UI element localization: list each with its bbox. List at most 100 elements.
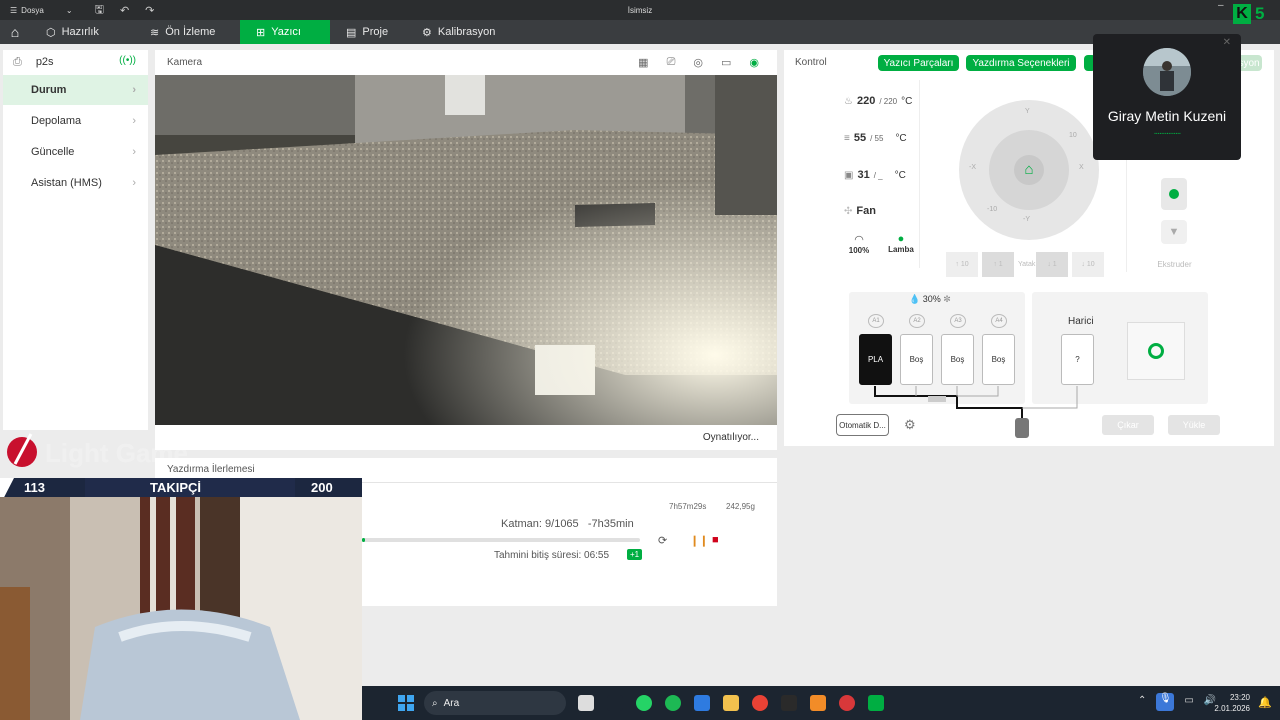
ams-slot-a2[interactable]: Boş <box>900 334 933 385</box>
tab-calibration[interactable]: ⚙ Kalibrasyon <box>406 20 511 44</box>
camera-feed[interactable] <box>155 75 777 425</box>
chevron-right-icon: › <box>132 146 136 158</box>
arrow-down-icon: ↓ <box>1047 261 1051 268</box>
ams-slot-a1[interactable]: PLA <box>859 334 892 385</box>
fan-control[interactable]: ✣ Fan <box>844 205 876 217</box>
file-menu[interactable]: ☰ Dosya ⌄ <box>0 6 73 15</box>
stop-button[interactable]: ■ <box>712 534 719 546</box>
video-icon[interactable]: ▭ <box>721 56 731 69</box>
bed-up-10-button[interactable]: ↑ 10 <box>946 252 978 277</box>
close-icon[interactable]: ✕ <box>1223 37 1231 48</box>
tab-label: Proje <box>362 26 389 38</box>
home-icon[interactable]: ⌂ <box>0 20 30 44</box>
chevron-down-icon: ⌄ <box>65 5 73 15</box>
sidebar-item-hms[interactable]: Asistan (HMS) › <box>3 168 148 198</box>
settings-icon[interactable]: ⚙ <box>904 417 916 433</box>
chevron-up-icon[interactable]: ⌃ <box>1138 695 1146 711</box>
save-icon[interactable]: 🖫 <box>95 1 104 20</box>
spotify-icon[interactable] <box>665 695 681 711</box>
unload-button[interactable]: Çıkar <box>1102 415 1154 435</box>
timelapse-icon[interactable]: ▦ <box>638 56 648 69</box>
camera-settings-icon[interactable]: ◉ <box>749 56 759 69</box>
ams-slot-a4[interactable]: Boş <box>982 334 1015 385</box>
bed-temp[interactable]: ≡ 55/ 55 °C <box>844 132 907 144</box>
slot-label: A1 <box>868 314 884 328</box>
minimize-button[interactable]: – <box>1218 0 1224 11</box>
extruder-down-button[interactable]: ▼ <box>1161 220 1187 244</box>
sidebar-item-label: Güncelle <box>31 146 75 158</box>
device-name: p2s <box>35 56 54 68</box>
avatar <box>1143 48 1191 96</box>
file-explorer-icon[interactable] <box>723 695 739 711</box>
microphone-icon[interactable]: 🎙 <box>1156 693 1175 711</box>
tab-preview[interactable]: ≋ Ön İzleme <box>134 20 240 44</box>
bed-down-1-button[interactable]: ↓ 1 <box>1036 252 1068 277</box>
webcam-icon[interactable]: ◎ <box>693 56 703 69</box>
pause-button[interactable]: ❙❙ <box>690 534 708 547</box>
task-view-icon[interactable] <box>578 695 594 711</box>
tab-prepare[interactable]: ⬡ Hazırlık <box>30 20 134 44</box>
app-red-icon[interactable] <box>839 695 855 711</box>
redo-icon[interactable]: ↷ <box>145 4 154 17</box>
chevron-right-icon: › <box>132 115 136 127</box>
external-slot[interactable]: ? <box>1061 334 1094 385</box>
mail-icon[interactable] <box>694 695 710 711</box>
spool-icon <box>1148 343 1164 359</box>
bed-unit: °C <box>895 132 907 144</box>
tab-label: Ön İzleme <box>165 26 216 38</box>
progress-bar <box>362 538 640 542</box>
bed-down-10-button[interactable]: ↓ 10 <box>1072 252 1104 277</box>
cube-icon: ⬡ <box>46 26 56 39</box>
chamber-temp[interactable]: ▣ 31/ _ °C <box>844 169 906 181</box>
bed-up-1-button[interactable]: ↑ 1 <box>982 252 1014 277</box>
print-options-button[interactable]: Yazdırma Seçenekleri <box>966 55 1076 71</box>
axis-jog-control[interactable]: Y -Y -X X 10 1 -1 -10 ⌂ <box>959 100 1099 240</box>
eta-text: Tahmini bitiş süresi: 06:55 <box>494 550 610 561</box>
jog-x-label: X <box>1079 164 1084 171</box>
ams-slot-a3[interactable]: Boş <box>941 334 974 385</box>
toolhead-icon <box>1015 418 1029 438</box>
bed-value: 55 <box>853 132 867 144</box>
lamp-control[interactable]: ● Lamba <box>886 233 916 254</box>
netflix-icon[interactable] <box>607 695 623 711</box>
undo-icon[interactable]: ↶ <box>120 4 129 17</box>
auto-refill-button[interactable]: Otomatik D... <box>836 414 889 436</box>
sidebar-item-update[interactable]: Güncelle › <box>3 137 148 167</box>
sidebar-item-storage[interactable]: Depolama › <box>3 106 148 136</box>
epic-games-icon[interactable] <box>781 695 797 711</box>
speed-icon[interactable]: ⟳ <box>658 534 667 547</box>
taskbar-search[interactable]: ⌕ Ara <box>424 691 566 715</box>
chevron-right-icon: › <box>132 84 136 96</box>
system-clock[interactable]: 23:20 2.01.2026 <box>1214 692 1250 714</box>
search-placeholder: Ara <box>443 697 460 709</box>
bed-target: / 55 <box>870 133 884 143</box>
tab-device[interactable]: ⊞ Yazıcı <box>240 20 330 44</box>
arrow-up-icon: ↑ <box>993 261 997 268</box>
load-button[interactable]: Yükle <box>1168 415 1220 435</box>
windows-start-icon[interactable] <box>398 695 414 711</box>
print-bed-image <box>155 75 777 425</box>
tab-project[interactable]: ▤ Proje <box>330 20 406 44</box>
slot-label: A4 <box>991 314 1007 328</box>
windows-taskbar: ⌕ Ara ⌃ 🎙 ▭ 🔊 23:20 2.01.2026 🔔 <box>362 686 1280 720</box>
nozzle-temp[interactable]: ♨ 220/ 220 °C <box>844 95 912 107</box>
printer-parts-button[interactable]: Yazıcı Parçaları <box>878 55 959 71</box>
bed-btn-label: 10 <box>1086 261 1095 268</box>
camera-panel: Kamera ▦ ⎚ ◎ ▭ ◉ Oynatılıyor... <box>155 50 777 450</box>
bambu-studio-icon[interactable] <box>868 695 884 711</box>
notification-icon[interactable]: 🔔 <box>1258 696 1272 709</box>
home-axes-icon[interactable]: ⌂ <box>1014 155 1044 185</box>
sidebar-item-status[interactable]: Durum › <box>3 75 148 105</box>
app-orange-icon[interactable] <box>810 695 826 711</box>
whatsapp-icon[interactable] <box>636 695 652 711</box>
network-icon[interactable]: ▭ <box>1184 695 1193 711</box>
recording-icon[interactable]: ⎚ <box>667 56 676 69</box>
bed-btn-label: 1 <box>1052 261 1057 268</box>
speed-control[interactable]: ◠ 100% <box>844 233 874 255</box>
remaining-total: 7h57m29s <box>669 502 707 511</box>
printer-icon: ⎙ <box>13 55 22 68</box>
chrome-icon[interactable] <box>752 695 768 711</box>
tab-label: Kalibrasyon <box>437 26 496 38</box>
speed-label: 100% <box>848 246 870 255</box>
search-icon: ⌕ <box>432 697 438 709</box>
